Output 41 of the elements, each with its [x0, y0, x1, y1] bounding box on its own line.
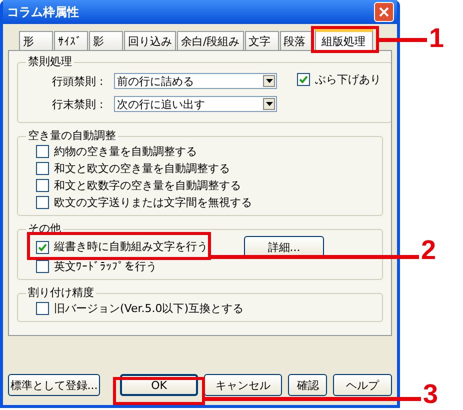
checkbox-label: 英文ﾜｰﾄﾞﾗｯﾌﾟを行う	[54, 260, 157, 274]
callout-box	[311, 26, 379, 53]
tab[interactable]: 影	[89, 31, 123, 50]
checkbox-label: ぶら下げあり	[315, 72, 381, 86]
checkbox-label: 和文と欧文の空き量を自動調整する	[54, 162, 230, 176]
dropdown[interactable]: 前の行に詰める	[114, 73, 277, 89]
tab[interactable]: 回り込み	[124, 31, 176, 50]
checkbox[interactable]	[36, 145, 49, 158]
tab[interactable]: 余白/段組み	[177, 31, 244, 50]
checkbox[interactable]	[297, 73, 310, 86]
group-title: 禁則処理	[27, 55, 73, 69]
checkbox-label: 縦書き時に自動組み文字を行う	[54, 240, 208, 254]
tab[interactable]: 文字	[244, 31, 279, 50]
tab[interactable]: ｻｲｽﾞ	[54, 31, 88, 50]
checkbox-label: 旧バージョン(Ver.5.0以下)互換とする	[54, 302, 244, 316]
checkbox[interactable]	[36, 240, 49, 254]
group-title: 割り付け精度	[27, 286, 95, 300]
checkbox-label: 和文と欧数字の空き量を自動調整する	[54, 178, 241, 192]
callout-number: 2	[421, 236, 436, 264]
checkbox[interactable]	[36, 179, 49, 192]
tab[interactable]: 形	[19, 31, 53, 50]
field-label: 行頭禁則 :	[51, 74, 104, 88]
dialog-button[interactable]: ヘルプ	[333, 374, 392, 396]
dialog-button[interactable]: 確認	[288, 374, 328, 396]
checkbox[interactable]	[36, 260, 49, 273]
tab[interactable]: 組版処理	[314, 29, 373, 51]
checkbox-label: 約物の空き量を自動調整する	[54, 144, 197, 158]
window-title: コラム枠属性	[7, 4, 79, 20]
tab[interactable]: 段落	[280, 31, 314, 50]
dialog-button[interactable]: キャンセル	[204, 374, 282, 396]
callout-number: 3	[423, 380, 438, 408]
callout-number: 1	[429, 24, 444, 52]
field-label: 行末禁則 :	[51, 96, 104, 112]
checkbox-label: 欧文の文字送りまたは文字間を無視する	[54, 196, 252, 210]
checkbox[interactable]	[36, 302, 49, 315]
checkbox[interactable]	[36, 196, 49, 209]
close-icon[interactable]	[374, 2, 394, 22]
checkbox[interactable]	[36, 162, 49, 175]
group-title: 空き量の自動調整	[27, 129, 117, 143]
dialog-button[interactable]: 標準として登録...	[8, 374, 100, 396]
dropdown[interactable]: 次の行に追い出す	[114, 96, 277, 112]
